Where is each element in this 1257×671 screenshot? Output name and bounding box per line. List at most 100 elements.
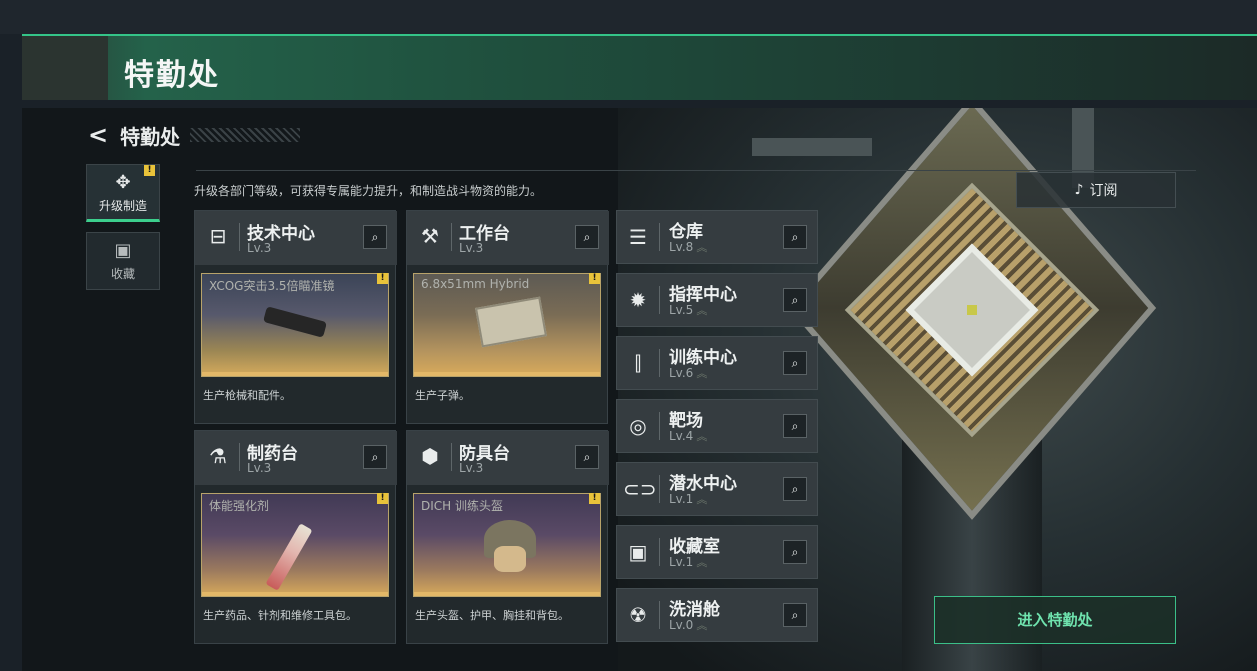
facility-level: Lv.8 ︽ (669, 240, 708, 254)
search-button[interactable]: ⌕ (575, 225, 599, 249)
search-icon: ⌕ (791, 356, 799, 370)
production-thumbnail[interactable]: 6.8x51mm Hybrid ! (413, 273, 601, 377)
enter-special-ops-button[interactable]: 进入特勤处 (934, 596, 1176, 644)
sidenav-item-label: 收藏 (110, 267, 135, 281)
divider (659, 286, 660, 314)
workbench-card-pharmacy[interactable]: ⚗ 制药台 Lv.3 ⌕ 体能强化剂 ! 生产药品、针剂和维修工具包。 (194, 430, 397, 644)
workbench-card-armor[interactable]: ⬢ 防具台 Lv.3 ⌕ DICH 训练头盔 ! 生产头盔、护甲、胸挂和背包。 (406, 430, 609, 644)
divider (239, 223, 240, 251)
upgrade-arrow-icon: ︽ (696, 241, 708, 254)
top-bar (0, 0, 1257, 34)
facility-item-shooting-range[interactable]: ◎ 靶场 Lv.4 ︽ ⌕ (616, 399, 818, 453)
subscribe-button[interactable]: ♪ 订阅 (1016, 172, 1176, 208)
tech-center-icon: ⊟ (209, 224, 227, 248)
search-button[interactable]: ⌕ (783, 288, 807, 312)
search-button[interactable]: ⌕ (783, 414, 807, 438)
scope-item-icon (262, 306, 328, 338)
item-name: 体能强化剂 (209, 499, 270, 513)
progress-bar (414, 372, 600, 376)
progress-bar (414, 592, 600, 596)
warehouse-icon: ☰ (629, 225, 647, 249)
card-header: ⚗ 制药台 Lv.3 ⌕ (195, 431, 397, 485)
card-header: ⬢ 防具台 Lv.3 ⌕ (407, 431, 609, 485)
search-button[interactable]: ⌕ (783, 477, 807, 501)
cube-light (967, 305, 977, 315)
item-name: XCOG突击3.5倍瞄准镜 (209, 279, 335, 293)
upgrade-arrow-icon: ︽ (696, 556, 708, 569)
facility-level: Lv.6 ︽ (669, 366, 708, 380)
pharmacy-icon: ⚗ (209, 444, 227, 468)
search-button[interactable]: ⌕ (363, 225, 387, 249)
production-thumbnail[interactable]: DICH 训练头盔 ! (413, 493, 601, 597)
production-thumbnail[interactable]: XCOG突击3.5倍瞄准镜 ! (201, 273, 389, 377)
card-level: Lv.3 (247, 461, 272, 475)
search-icon: ⌕ (583, 450, 591, 464)
workbench-card-tech-center[interactable]: ⊟ 技术中心 Lv.3 ⌕ XCOG突击3.5倍瞄准镜 ! 生产枪械和配件。 (194, 210, 397, 424)
sidenav-item-collection[interactable]: ▣ 收藏 (86, 232, 160, 290)
upgrade-arrow-icon: ︽ (696, 493, 708, 506)
diving-center-icon: ⊂⊃ (623, 477, 657, 501)
production-thumbnail[interactable]: 体能强化剂 ! (201, 493, 389, 597)
upgrade-arrow-icon: ︽ (696, 304, 708, 317)
upgrade-arrow-icon: ︽ (696, 619, 708, 632)
helmet-face-icon (494, 546, 526, 572)
card-level: Lv.3 (247, 241, 272, 255)
search-icon: ⌕ (791, 230, 799, 244)
command-center-icon: ✹ (629, 288, 647, 312)
facility-item-training-center[interactable]: ⫿ 训练中心 Lv.6 ︽ ⌕ (616, 336, 818, 390)
divider (451, 443, 452, 471)
sidenav-item-upgrade-craft[interactable]: ✥ 升级制造 ! (86, 164, 160, 222)
workbench-card-workbench[interactable]: ⚒ 工作台 Lv.3 ⌕ 6.8x51mm Hybrid ! 生产子弹。 (406, 210, 609, 424)
search-button[interactable]: ⌕ (783, 225, 807, 249)
facility-item-warehouse[interactable]: ☰ 仓库 Lv.8 ︽ ⌕ (616, 210, 818, 264)
search-button[interactable]: ⌕ (783, 540, 807, 564)
search-icon: ⌕ (791, 608, 799, 622)
alert-badge: ! (144, 165, 155, 176)
intro-text: 升级各部门等级，可获得专属能力提升，和制造战斗物资的能力。 (194, 184, 543, 198)
page-title: 特勤处 (120, 124, 181, 149)
facility-item-collection-room[interactable]: ▣ 收藏室 Lv.1 ︽ ⌕ (616, 525, 818, 579)
item-name: 6.8x51mm Hybrid (421, 277, 530, 291)
search-button[interactable]: ⌕ (575, 445, 599, 469)
progress-bar (202, 592, 388, 596)
item-name: DICH 训练头盔 (421, 499, 503, 513)
search-icon: ⌕ (791, 419, 799, 433)
search-button[interactable]: ⌕ (363, 445, 387, 469)
upgrade-arrow-icon: ︽ (696, 430, 708, 443)
alert-badge: ! (377, 273, 388, 284)
facility-level: Lv.1 ︽ (669, 555, 708, 569)
search-icon: ⌕ (583, 230, 591, 244)
facility-level: Lv.4 ︽ (669, 429, 708, 443)
facility-item-command-center[interactable]: ✹ 指挥中心 Lv.5 ︽ ⌕ (616, 273, 818, 327)
divider (659, 601, 660, 629)
search-button[interactable]: ⌕ (783, 351, 807, 375)
training-center-icon: ⫿ (634, 351, 642, 375)
window-titlebar: 特勤处 (22, 34, 1257, 100)
sidenav-item-label: 升级制造 (98, 199, 147, 213)
decon-pod-icon: ☢ (629, 603, 647, 627)
title-hatch-decoration (190, 128, 301, 142)
facility-item-diving-center[interactable]: ⊂⊃ 潜水中心 Lv.1 ︽ ⌕ (616, 462, 818, 516)
search-icon: ⌕ (371, 450, 379, 464)
bell-icon: ♪ (1074, 182, 1084, 198)
facility-level: Lv.0 ︽ (669, 618, 708, 632)
breadcrumb[interactable]: < 特勤处 (88, 122, 301, 149)
back-arrow-icon[interactable]: < (88, 123, 108, 147)
card-description: 生产药品、针剂和维修工具包。 (203, 609, 357, 622)
search-button[interactable]: ⌕ (783, 603, 807, 627)
subscribe-label: 订阅 (1089, 183, 1118, 199)
search-icon: ⌕ (791, 482, 799, 496)
upgrade-arrow-icon: ︽ (696, 367, 708, 380)
alert-badge: ! (589, 493, 600, 504)
card-header: ⊟ 技术中心 Lv.3 ⌕ (195, 211, 397, 265)
syringe-item-icon (265, 523, 313, 591)
shooting-range-icon: ◎ (629, 414, 647, 438)
card-description: 生产枪械和配件。 (203, 389, 291, 402)
card-level: Lv.3 (459, 461, 484, 475)
facility-item-decon-pod[interactable]: ☢ 洗消舱 Lv.0 ︽ ⌕ (616, 588, 818, 642)
divider (659, 223, 660, 251)
collection-icon: ▣ (114, 240, 132, 261)
workbench-icon: ⚒ (421, 224, 439, 248)
upgrade-craft-icon: ✥ (115, 172, 131, 193)
card-description: 生产子弹。 (415, 389, 470, 402)
